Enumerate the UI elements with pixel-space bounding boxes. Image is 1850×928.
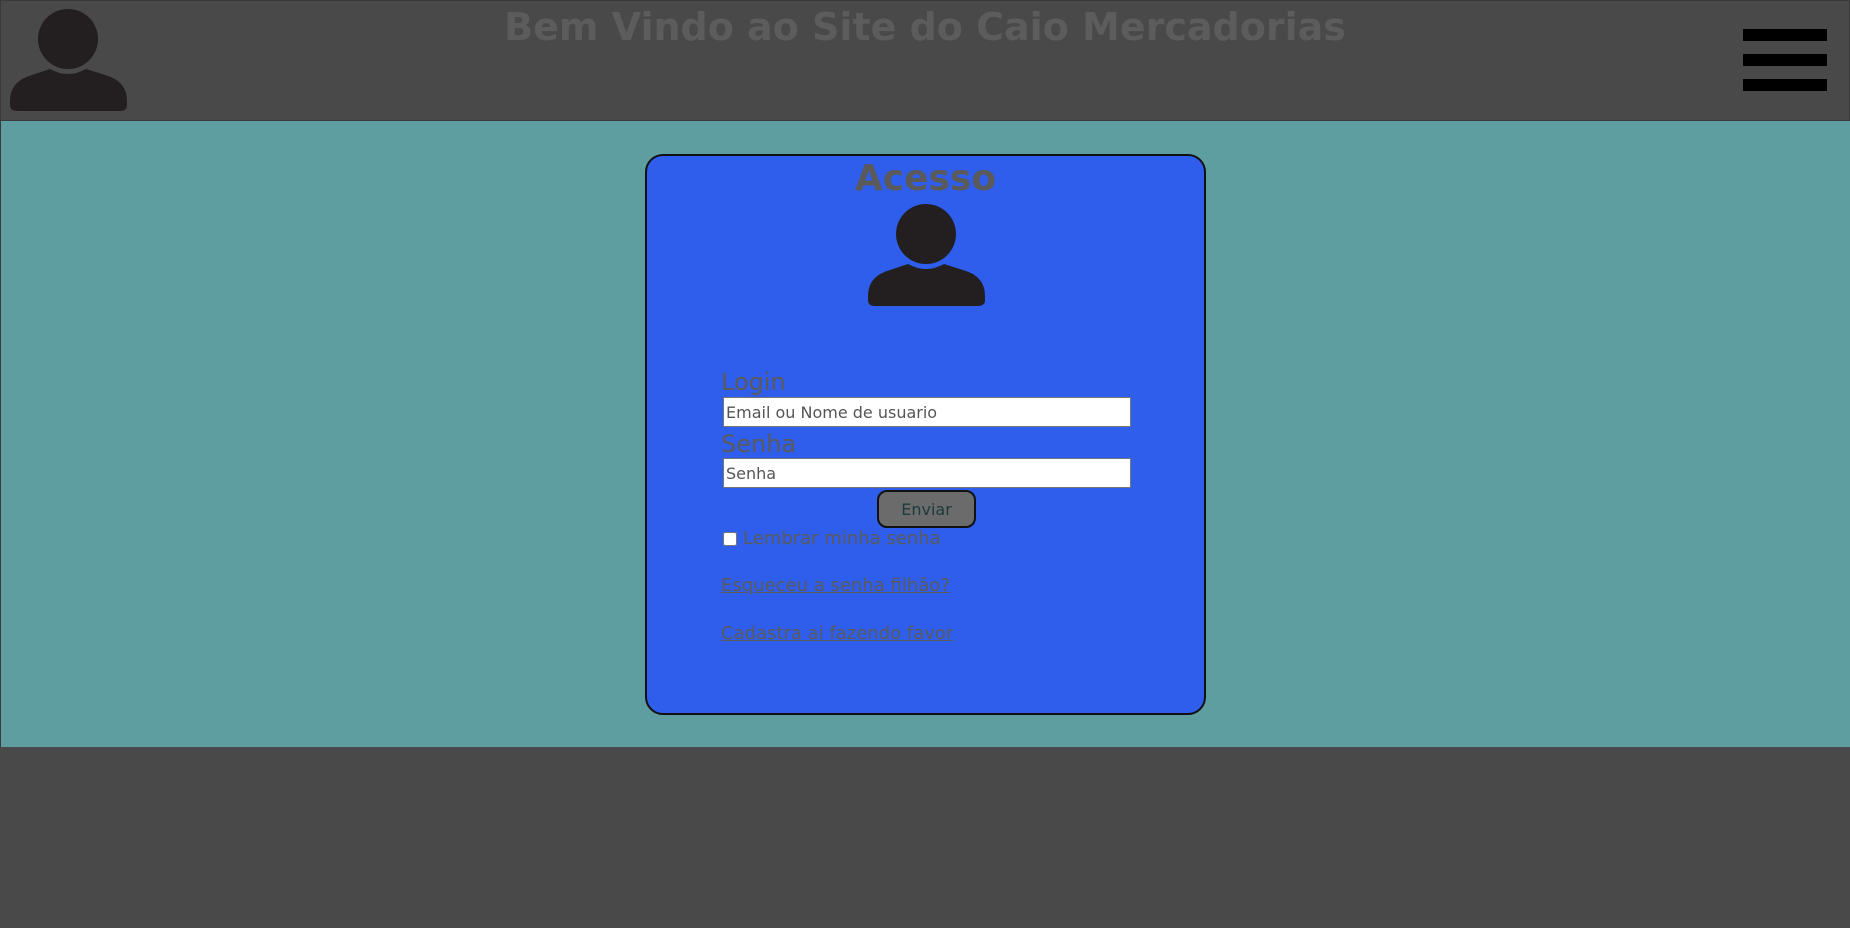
register-link[interactable]: Cadastra ai fazendo favor xyxy=(721,623,953,644)
site-title: Bem Vindo ao Site do Caio Mercadorias xyxy=(504,5,1346,49)
remember-checkbox[interactable] xyxy=(723,531,737,546)
user-icon xyxy=(868,204,985,306)
login-card: Acesso Login Senha Enviar Lembrar minha … xyxy=(645,154,1206,715)
submit-button[interactable]: Enviar xyxy=(877,490,976,528)
password-label: Senha xyxy=(721,430,797,458)
remember-label: Lembrar minha senha xyxy=(743,528,941,549)
forgot-password-link[interactable]: Esqueceu a senha filhão? xyxy=(721,575,950,596)
site-header: Bem Vindo ao Site do Caio Mercadorias xyxy=(0,0,1850,121)
remember-password: Lembrar minha senha xyxy=(721,528,941,549)
login-input[interactable] xyxy=(723,397,1131,427)
password-input[interactable] xyxy=(723,458,1131,488)
login-label: Login xyxy=(721,368,786,396)
login-title: Acesso xyxy=(854,158,997,199)
hamburger-menu-icon[interactable] xyxy=(1743,29,1827,91)
